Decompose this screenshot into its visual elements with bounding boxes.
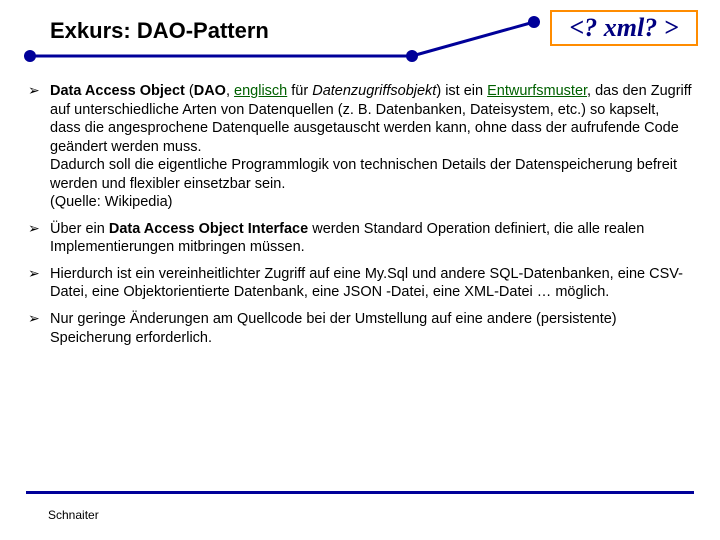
bullet-list: Data Access Object (DAO, englisch für Da… [28, 82, 692, 347]
text-run: Datenzugriffsobjekt [312, 83, 436, 99]
bullet-item: Hierdurch ist ein vereinheitlichter Zugr… [28, 265, 692, 302]
text-run: DAO [194, 83, 226, 99]
slide-body: Data Access Object (DAO, englisch für Da… [28, 82, 692, 355]
text-run: Nur geringe Änderungen am Quellcode bei … [50, 311, 617, 346]
bullet-item: Data Access Object (DAO, englisch für Da… [28, 82, 692, 212]
text-run: ( [185, 83, 194, 99]
slide-header: Exkurs: DAO-Pattern <? xml? > [0, 0, 720, 60]
connector-line [22, 32, 552, 60]
footer-author: Schnaiter [48, 508, 99, 522]
text-run: für [287, 83, 312, 99]
text-run: Dadurch soll die eigentliche Programmlog… [50, 157, 677, 192]
footer-rule [26, 491, 694, 494]
text-run: Data Access Object [50, 83, 185, 99]
text-run: Data Access Object Interface [109, 221, 308, 237]
text-run: ) ist ein [436, 83, 487, 99]
text-link[interactable]: Entwurfsmuster [487, 83, 587, 99]
text-run: (Quelle: Wikipedia) [50, 194, 173, 210]
text-run: , [226, 83, 234, 99]
xml-badge: <? xml? > [550, 10, 698, 46]
slide: Exkurs: DAO-Pattern <? xml? > Data Acces… [0, 0, 720, 540]
bullet-item: Über ein Data Access Object Interface we… [28, 220, 692, 257]
text-run: Hierdurch ist ein vereinheitlichter Zugr… [50, 266, 683, 301]
text-run: Über ein [50, 221, 109, 237]
bullet-item: Nur geringe Änderungen am Quellcode bei … [28, 310, 692, 347]
text-link[interactable]: englisch [234, 83, 287, 99]
